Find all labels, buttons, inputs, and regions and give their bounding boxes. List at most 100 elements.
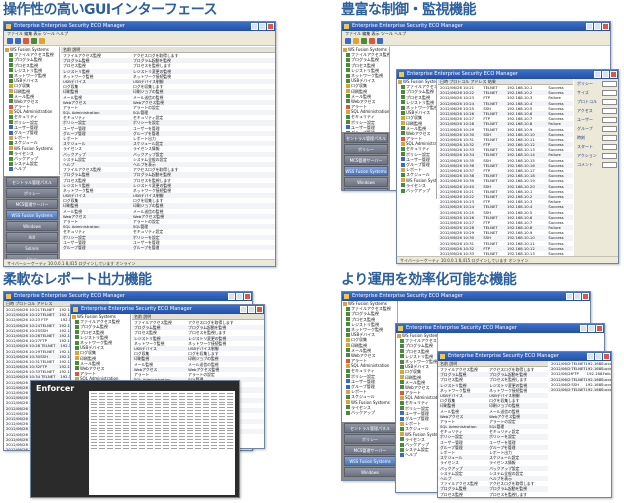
search-icon[interactable] [377,38,383,44]
folder-icon [9,130,13,135]
settings-icon[interactable] [39,38,45,44]
access-log-list[interactable]: 日時 プロトコル アドレス 結果 2012/06/26 10:21 TELNET 19… [438,79,573,257]
table-row[interactable]: 2012/06/26 10:26TELNET192.168.10.6Succes… [549,386,612,393]
nav-button[interactable]: Solaris [6,243,58,253]
nav-button[interactable]: WSS Fusion Systems [6,210,58,220]
folder-icon [346,405,350,410]
form-input[interactable] [602,107,617,114]
folder-icon [346,369,350,374]
object-tree[interactable]: WS Fusion Systemsファイルアクセス監視プログラム監視プロセス監視… [397,79,437,199]
close-icon[interactable] [610,71,617,78]
folder-icon [346,125,350,130]
form-input[interactable] [602,80,617,87]
folder-icon [9,83,13,88]
nav-button[interactable]: セントラル管理パネル [344,423,396,433]
folder-icon [343,301,347,306]
form-input[interactable] [602,161,617,168]
close-icon[interactable] [267,23,274,30]
close-icon[interactable] [244,293,251,300]
nav-button[interactable]: セントラル管理パネル [6,177,58,187]
folder-icon [9,68,13,73]
form-label: スタート [577,143,593,149]
form-input[interactable] [602,152,617,159]
form-input[interactable] [602,89,617,96]
report-chart-window: Enforcer [30,380,240,498]
nav-button[interactable]: MCS管理サーバー [344,445,396,455]
object-list[interactable]: 名前 説明 ファイルアクセス監視 アクセスログを取得します プログラム監視 プログラム起… [61,47,275,261]
back-icon[interactable] [345,38,351,44]
table-row[interactable]: グループ管理 グループを管理 [61,244,275,251]
stop-icon[interactable] [23,38,29,44]
form-label: ユーザー [577,116,593,122]
folder-icon [401,183,405,188]
folder-icon [401,157,405,162]
folder-icon [346,348,350,353]
settings-list[interactable]: 名前 説明 ファイルアクセス監視 アクセスログを取得します プログラム監視 プログラム起… [438,361,548,497]
folder-icon [75,324,79,329]
back-icon[interactable] [7,38,13,44]
form-input[interactable] [602,116,617,123]
folder-icon [9,104,13,109]
nav-button[interactable]: Windows [344,177,388,187]
nav-button[interactable]: Windows [6,221,58,231]
object-tree[interactable]: WS Fusion Systemsファイルアクセス監視プログラム監視プロセス監視… [342,301,398,421]
nav-button[interactable]: ポリシー [344,144,388,154]
close-icon[interactable] [602,23,609,30]
close-icon[interactable] [596,325,603,332]
nav-button[interactable]: AIX [344,188,388,190]
folder-icon [9,63,13,68]
table-row[interactable]: プロセス監視 プロセスを監視します [438,492,548,497]
form-label: サイズ [577,89,589,95]
forward-icon[interactable] [15,38,21,44]
form-input[interactable] [602,134,617,141]
window-controls[interactable] [251,23,274,30]
close-icon[interactable] [603,353,610,360]
policy-form[interactable]: ポリシー サイズ プロトコル アクセス ユーザー グループ 時刻 スタート アクション コメント [574,79,618,257]
stop-icon[interactable] [369,38,375,44]
folder-icon [400,359,404,364]
tree-item-label: バックアップ [351,409,375,415]
tree-item[interactable]: バックアップ [342,410,397,415]
object-tree[interactable]: WS Fusion Systemsファイルアクセス監視プログラム監視プロセス監視… [396,333,438,492]
table-cell: グループを管理 [133,244,160,250]
refresh-icon[interactable] [31,38,37,44]
nav-button[interactable]: Windows [344,467,396,477]
settings-detail[interactable]: 2012/06/26 10:21TELNET192.168.10.1Succes… [549,361,612,411]
table-cell: Success [601,386,612,392]
nav-button[interactable]: WSS Fusion Systems [344,166,388,176]
folder-icon [401,188,405,193]
folder-icon [346,109,350,114]
folder-icon [401,136,405,141]
nav-button[interactable]: AIX [6,232,58,242]
folder-icon[interactable] [353,38,359,44]
folder-icon [9,151,13,156]
toolbar[interactable] [342,37,610,46]
nav-button[interactable]: MCS管理サーバー [344,155,388,165]
folder-icon [401,152,405,157]
nav-button[interactable]: ポリシー [344,434,396,444]
folder-icon [346,394,350,399]
report-line [91,395,233,397]
toolbar[interactable] [4,37,275,46]
tree-item[interactable]: バックアップ [397,188,436,193]
play-icon[interactable] [361,38,367,44]
report-line [91,424,233,426]
form-input[interactable] [602,125,617,132]
window-title: Enterprise Enterprise Security ECO Manag… [342,22,610,31]
form-input[interactable] [602,143,617,150]
nav-button[interactable]: WSS Fusion Systems [344,456,396,466]
form-input[interactable] [602,98,617,105]
tree-item[interactable]: ヘルプ [396,452,437,457]
object-tree[interactable]: WS Fusion Systemsファイルアクセス監視プログラム監視プロセス監視… [4,47,60,175]
nav-button[interactable]: ポリシー [6,188,58,198]
table-cell: グループ管理 [63,244,86,250]
folder-icon [346,389,350,394]
close-icon[interactable] [256,306,263,313]
nav-button[interactable]: MCS管理サーバー [6,199,58,209]
folder-icon [401,131,405,136]
report-line [91,421,233,423]
folder-icon [346,353,350,358]
nav-button[interactable]: セントラル管理パネル [344,133,388,143]
close-icon[interactable] [582,293,589,300]
tree-item[interactable]: ヘルプ [4,166,59,171]
